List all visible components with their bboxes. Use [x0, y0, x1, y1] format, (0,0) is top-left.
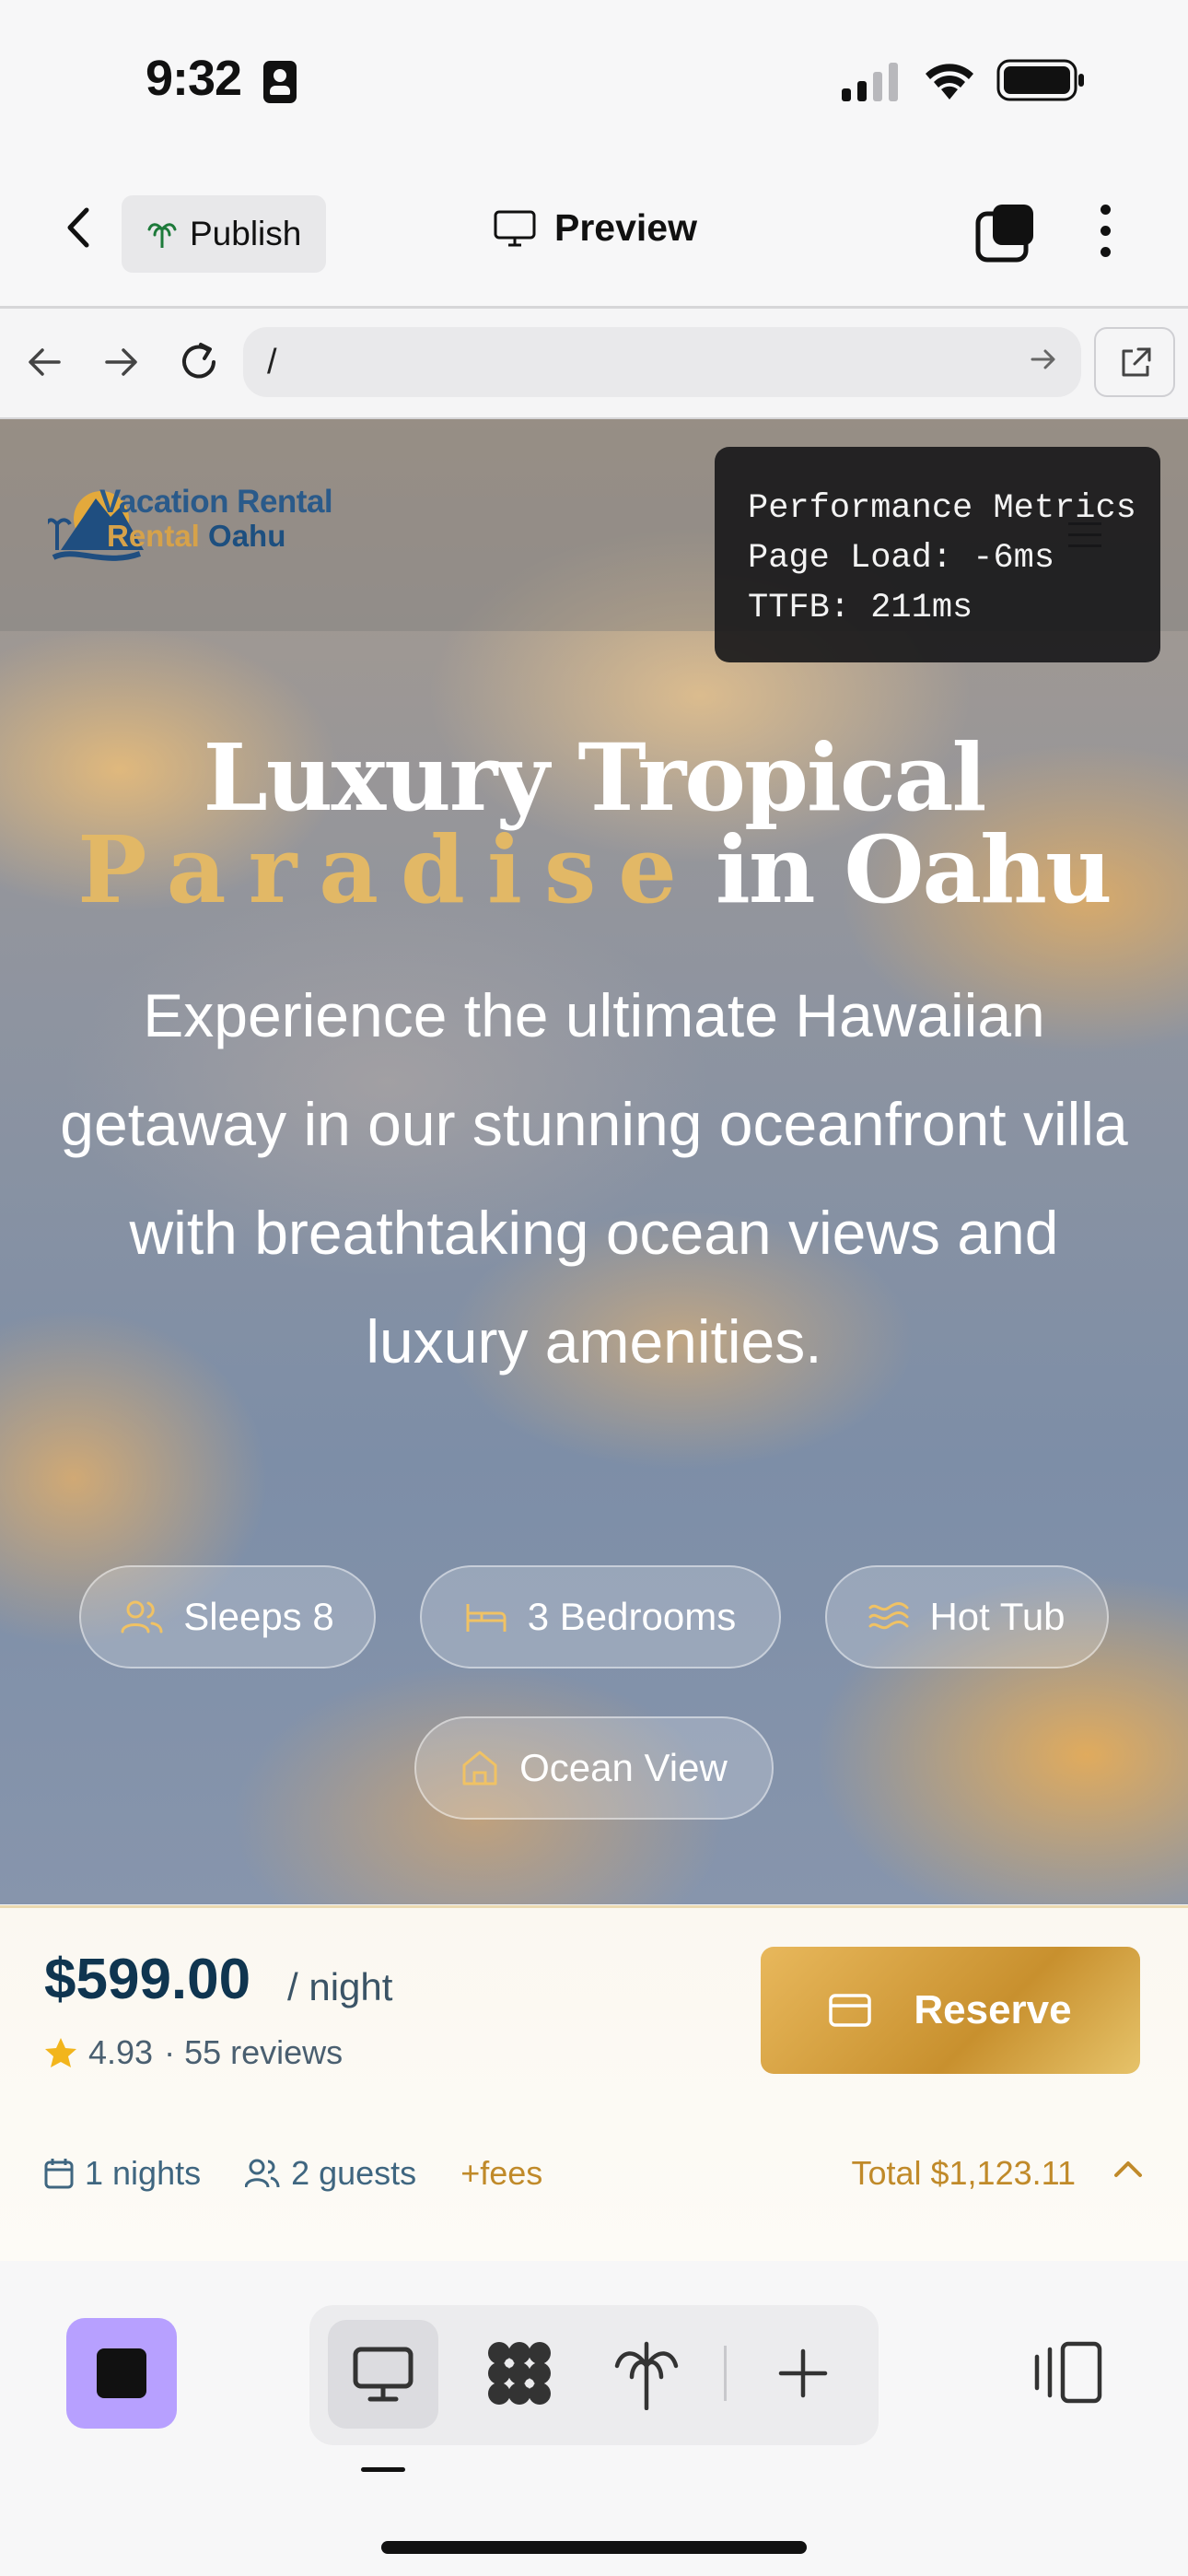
website-hero: Vacation Rental Rental Oahu Performance … — [0, 419, 1188, 1904]
chip-label: Hot Tub — [929, 1595, 1066, 1638]
amenity-chip-hot-tub: Hot Tub — [825, 1565, 1109, 1669]
total-price[interactable]: Total $1,123.11 — [851, 2154, 1076, 2193]
guests-selector[interactable]: 2 guests — [245, 2154, 416, 2193]
perf-ttfb: TTFB: 211ms — [748, 589, 973, 627]
logo-subtext[interactable]: Rental Oahu — [107, 519, 285, 554]
users-icon — [121, 1600, 163, 1633]
add-button[interactable] — [748, 2320, 858, 2429]
reserve-label: Reserve — [914, 1987, 1072, 2032]
browser-back-icon[interactable] — [26, 345, 63, 379]
palm-tree-icon — [614, 2341, 679, 2410]
rating-value: 4.93 — [88, 2033, 154, 2071]
nights-selector[interactable]: 1 nights — [44, 2154, 201, 2193]
perf-page-load: Page Load: -6ms — [748, 539, 1055, 578]
rating-summary[interactable]: 4.93 · 55 reviews — [44, 2033, 343, 2072]
fees-label[interactable]: +fees — [460, 2154, 542, 2193]
review-count: · 55 reviews — [164, 2033, 344, 2071]
bottom-toolbar — [0, 2261, 1188, 2576]
preview-toggle[interactable]: Preview — [494, 206, 697, 250]
price-unit: / night — [287, 1965, 393, 2008]
active-indicator — [361, 2467, 405, 2472]
monitor-icon — [353, 2347, 413, 2402]
hero-title-rest: in Oahu — [715, 815, 1112, 924]
open-external-button[interactable] — [1094, 327, 1175, 397]
go-arrow-icon[interactable] — [1030, 345, 1057, 373]
url-input[interactable]: / — [243, 327, 1081, 397]
more-options-icon[interactable] — [1092, 205, 1118, 260]
browser-bar: / — [0, 309, 1188, 419]
hero-subtitle: Experience the ultimate Hawaiian getaway… — [60, 981, 1128, 1376]
battery-icon — [996, 59, 1084, 101]
plus-icon — [778, 2348, 828, 2398]
chevron-up-icon[interactable] — [1112, 2159, 1144, 2179]
chip-label: Ocean View — [519, 1746, 728, 1789]
publish-label: Publish — [190, 215, 302, 252]
device-switch-icon[interactable] — [1030, 2340, 1103, 2405]
amenity-chip-bedrooms: 3 Bedrooms — [420, 1565, 781, 1669]
blocks-icon — [488, 2342, 551, 2405]
guests-icon — [245, 2159, 280, 2188]
monitor-icon — [494, 210, 536, 246]
hero-title-line2: Paradise in Oahu — [0, 815, 1188, 924]
logo-text[interactable]: Vacation Rental — [99, 484, 333, 521]
external-link-icon — [1122, 347, 1151, 377]
contact-card-icon — [263, 61, 297, 103]
booking-details: 1 nights 2 guests +fees Total $1,123.11 — [44, 2146, 1144, 2201]
theme-button[interactable] — [591, 2320, 702, 2429]
waves-icon — [868, 1602, 909, 1630]
perf-title: Performance Metrics — [748, 489, 1136, 528]
logo-rental: Rental — [107, 519, 200, 553]
reload-icon[interactable] — [177, 340, 221, 384]
preview-label: Preview — [554, 206, 697, 249]
reserve-button[interactable]: Reserve — [761, 1947, 1140, 2074]
wifi-icon — [926, 64, 973, 100]
nightly-price: $599.00 — [44, 1948, 251, 2011]
view-mode-group — [309, 2305, 879, 2445]
bed-icon — [466, 1604, 507, 1632]
status-time: 9:32 — [146, 51, 242, 106]
home-indicator — [381, 2541, 807, 2554]
components-button[interactable] — [464, 2320, 575, 2429]
amenity-chip-sleeps: Sleeps 8 — [79, 1565, 376, 1669]
home-icon — [462, 1751, 497, 1786]
toolbar-divider — [724, 2346, 727, 2401]
palm-tree-icon — [147, 223, 177, 248]
layers-icon[interactable] — [974, 201, 1037, 263]
back-chevron-icon[interactable] — [57, 205, 103, 251]
credit-card-icon — [829, 1994, 872, 2027]
publish-button[interactable]: Publish — [122, 195, 326, 273]
chip-label: 3 Bedrooms — [527, 1595, 737, 1638]
performance-metrics-overlay: Performance Metrics Page Load: -6ms TTFB… — [715, 447, 1160, 662]
cellular-signal-icon — [842, 63, 898, 101]
guests-label: 2 guests — [291, 2154, 417, 2192]
calendar-icon — [44, 2159, 74, 2189]
stop-button[interactable] — [66, 2318, 177, 2429]
chip-label: Sleeps 8 — [183, 1595, 334, 1638]
app-toolbar: Publish Preview — [0, 157, 1188, 309]
star-icon — [45, 2038, 76, 2067]
logo-oahu: Oahu — [208, 519, 286, 553]
hero-title-highlight: Paradise — [77, 815, 699, 924]
booking-bar: $599.00 / night 4.93 · 55 reviews Reserv… — [0, 1905, 1188, 2264]
browser-forward-icon[interactable] — [103, 345, 140, 379]
amenity-chip-ocean-view: Ocean View — [414, 1716, 774, 1820]
desktop-view-button[interactable] — [328, 2320, 438, 2429]
nights-label: 1 nights — [85, 2154, 202, 2192]
status-bar: 9:32 — [0, 0, 1188, 157]
